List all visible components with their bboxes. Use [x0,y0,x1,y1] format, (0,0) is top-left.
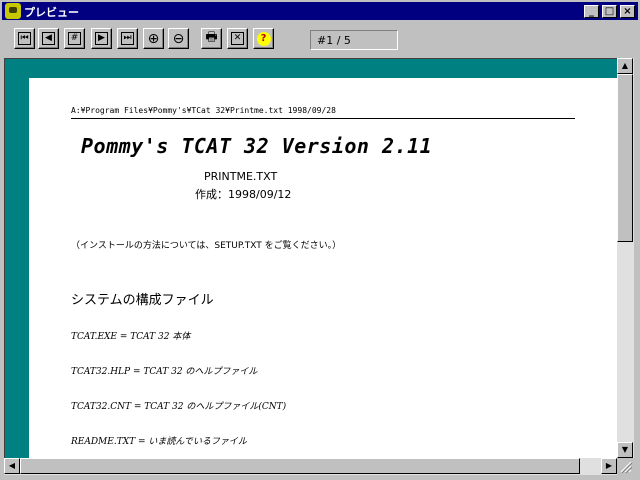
up-arrow-icon: ▲ [621,61,629,70]
zoom-out-button[interactable]: ⊖ [168,28,189,49]
prev-page-button[interactable]: ◀ [38,28,59,49]
file-list-item: TCAT32.CNT = TCAT 32 のヘルプファイル(CNT) [71,402,287,412]
zoom-in-icon: ⊕ [147,30,160,47]
vertical-scrollbar[interactable]: ▲ ▼ [617,58,634,458]
next-page-icon: ▶ [95,32,108,45]
vertical-scroll-thumb[interactable] [617,74,633,242]
last-page-button[interactable]: ⏭ [117,28,138,49]
resize-grip[interactable] [617,458,634,475]
scroll-left-button[interactable]: ◀ [4,458,20,474]
horizontal-scroll-thumb[interactable] [20,458,580,474]
minimize-button[interactable]: _ [584,5,599,18]
first-page-button[interactable]: ⏮ [14,28,35,49]
next-page-button[interactable]: ▶ [91,28,112,49]
goto-page-icon: # [68,32,81,45]
app-icon[interactable] [5,3,21,19]
preview-window: プレビュー _ □ × ⏮ ◀ # ▶ ⏭ ⊕ ⊖ 🖶 ✕ ? #1 / 5 A… [0,0,640,480]
help-button[interactable]: ? [253,28,274,49]
prev-page-icon: ◀ [42,32,55,45]
scroll-up-button[interactable]: ▲ [617,58,633,74]
resize-grip-icon [620,461,633,474]
last-page-icon: ⏭ [121,32,134,45]
right-arrow-icon: ▶ [605,461,613,470]
file-list-item: README.TXT = いま読んでいるファイル [71,437,247,447]
file-list-item: TCAT32.HLP = TCAT 32 のヘルプファイル [71,367,258,377]
close-button[interactable]: × [620,5,635,18]
horizontal-scrollbar[interactable]: ◀ ▶ [4,458,617,475]
maximize-button[interactable]: □ [602,5,617,18]
close-preview-button[interactable]: ✕ [227,28,248,49]
zoom-out-icon: ⊖ [172,30,185,47]
print-icon: 🖶 [205,29,218,45]
zoom-in-button[interactable]: ⊕ [143,28,164,49]
document-title: Pommy's TCAT 32 Version 2.11 [81,134,433,158]
toolbar: ⏮ ◀ # ▶ ⏭ ⊕ ⊖ 🖶 ✕ ? #1 / 5 [2,22,638,58]
file-list-item: TCAT.EXE = TCAT 32 本体 [71,332,191,342]
window-title: プレビュー [24,6,79,19]
header-rule [71,118,575,119]
document-filename: PRINTME.TXT [204,170,278,183]
title-bar[interactable]: プレビュー _ □ × [2,2,638,20]
install-note: （インストールの方法については、SETUP.TXT をご覧ください。） [71,241,342,251]
first-page-icon: ⏮ [18,32,31,45]
goto-page-button[interactable]: # [64,28,85,49]
document-page: A:¥Program Files¥Pommy's¥TCat 32¥Printme… [29,78,618,459]
down-arrow-icon: ▼ [621,445,629,454]
preview-area[interactable]: A:¥Program Files¥Pommy's¥TCat 32¥Printme… [4,58,618,459]
document-header-path: A:¥Program Files¥Pommy's¥TCat 32¥Printme… [71,106,336,115]
page-indicator: #1 / 5 [310,30,398,50]
close-preview-icon: ✕ [231,32,244,45]
scroll-down-button[interactable]: ▼ [617,442,633,458]
scroll-right-button[interactable]: ▶ [601,458,617,474]
section-heading: システムの構成ファイル [71,293,214,308]
left-arrow-icon: ◀ [8,461,16,470]
help-icon: ? [256,31,271,46]
document-created-date: 作成：1998/09/12 [195,188,292,201]
print-button[interactable]: 🖶 [201,28,222,49]
